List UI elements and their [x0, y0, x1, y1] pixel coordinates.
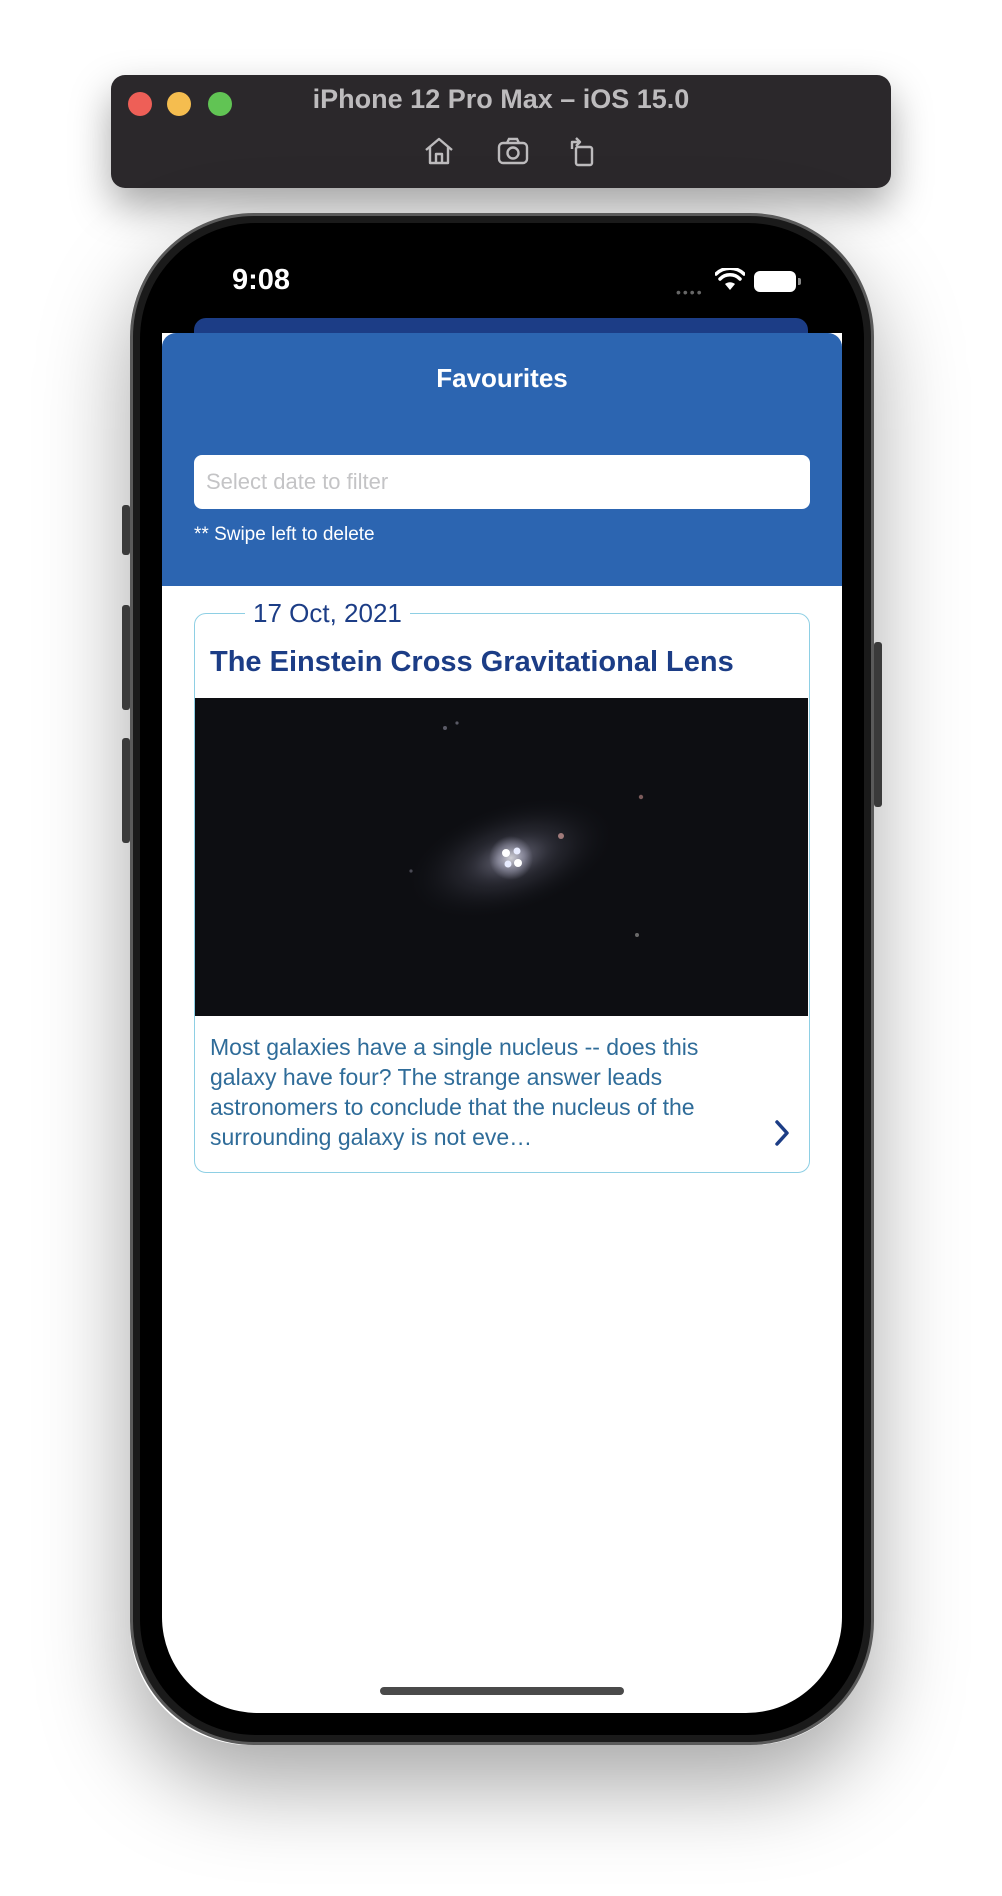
home-indicator: [380, 1687, 624, 1695]
card-description: Most galaxies have a single nucleus -- d…: [210, 1034, 699, 1150]
power-button: [874, 642, 882, 807]
card-date: 17 Oct, 2021: [245, 598, 410, 629]
cellular-icon: ••••: [676, 284, 704, 300]
simulator-title: iPhone 12 Pro Max – iOS 15.0: [312, 84, 690, 114]
date-filter-input[interactable]: [194, 455, 810, 509]
volume-down-button: [122, 738, 130, 843]
page-title: Favourites: [436, 363, 568, 393]
app-screen: Favourites ** Swipe left to delete 17 Oc…: [162, 333, 842, 1713]
screenshot-icon[interactable]: [496, 134, 530, 168]
home-icon[interactable]: [422, 134, 456, 168]
favourites-header: Favourites ** Swipe left to delete: [162, 333, 842, 586]
galaxy-image: [195, 698, 808, 1016]
wifi-icon: [714, 266, 746, 297]
favourite-card[interactable]: 17 Oct, 2021 The Einstein Cross Gravitat…: [194, 598, 810, 1173]
mute-switch: [122, 505, 130, 555]
card-title: The Einstein Cross Gravitational Lens: [210, 646, 734, 678]
chevron-right-icon[interactable]: [773, 1119, 791, 1152]
swipe-hint: ** Swipe left to delete: [194, 524, 375, 545]
status-time: 9:08: [232, 264, 291, 296]
battery-icon: [754, 271, 801, 292]
rotate-icon[interactable]: [566, 134, 600, 168]
volume-up-button: [122, 605, 130, 710]
